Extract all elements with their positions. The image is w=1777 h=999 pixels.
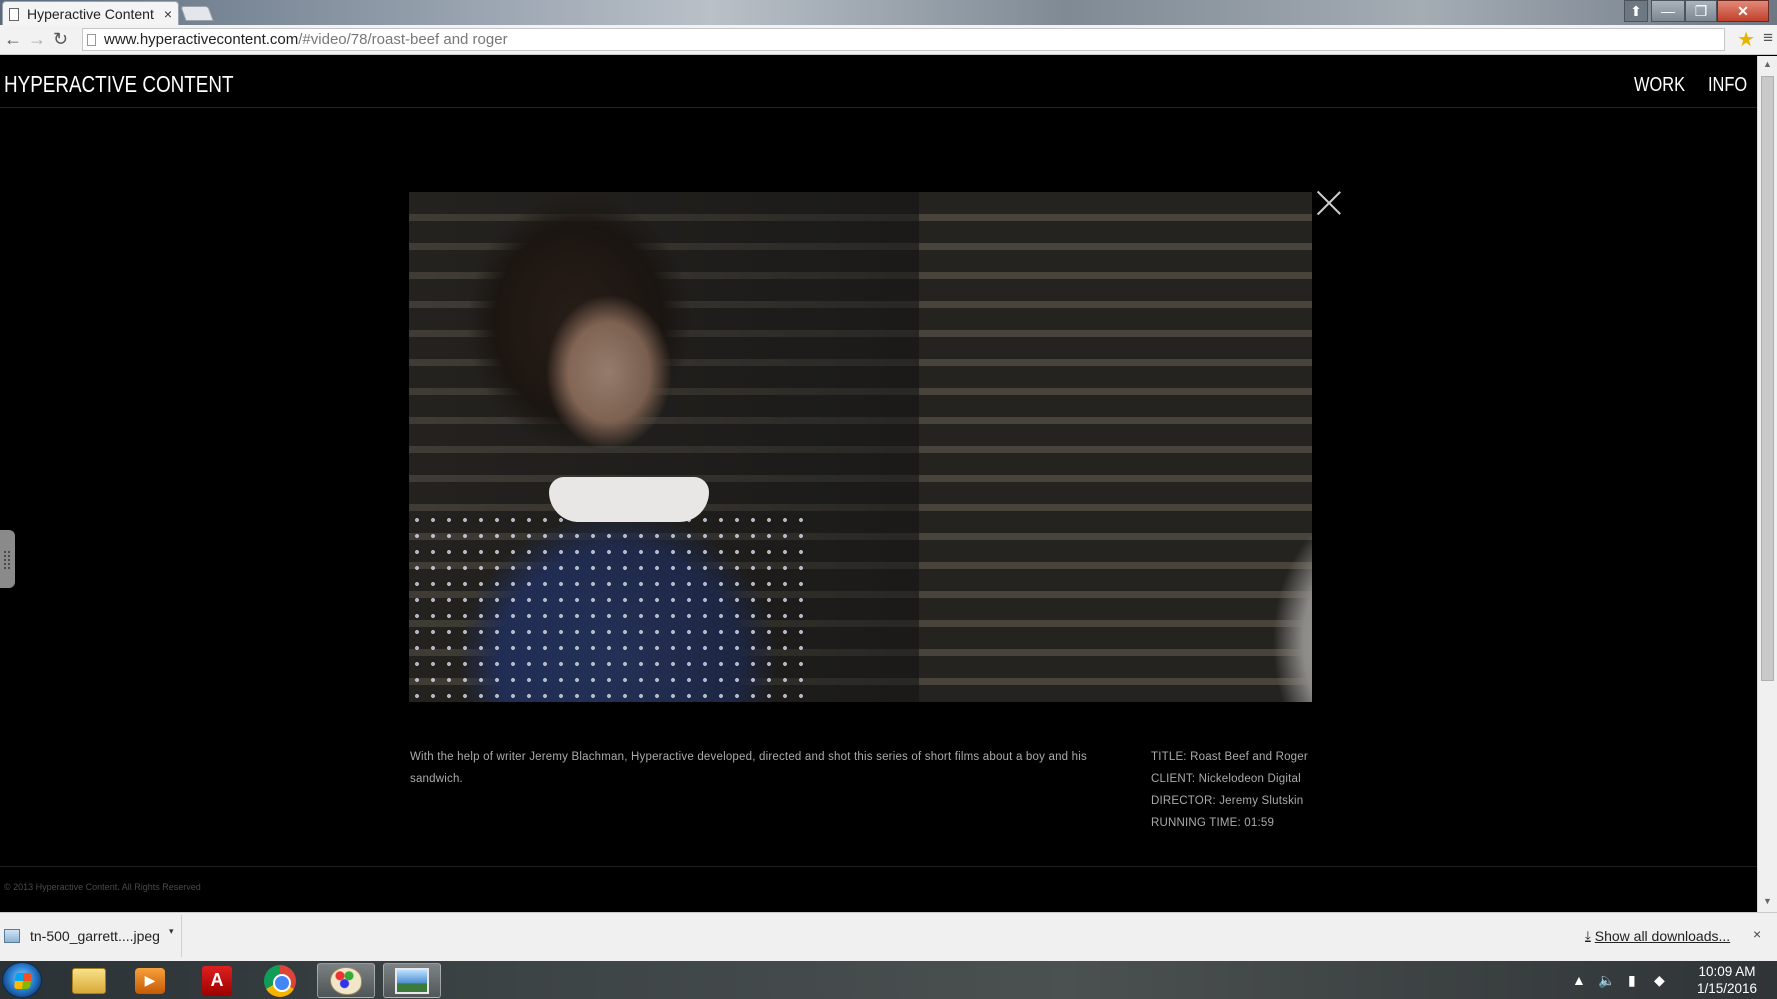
dropbox-icon[interactable]: ◆ [1654,961,1665,999]
browser-toolbar: ← → ↻ www.hyperactivecontent.com/#video/… [0,25,1777,55]
taskbar-paint[interactable] [317,963,375,998]
footer-copyright: © 2013 Hyperactive Content. All Rights R… [4,882,201,892]
downloads-bar: tn-500_garrett....jpeg ▾ ⤓ Show all down… [0,912,1777,961]
page-icon [87,33,96,46]
taskbar-clock[interactable]: 10:09 AM 1/15/2016 [1680,963,1774,997]
video-player[interactable] [409,192,1312,702]
video-frame-dress [409,512,809,702]
photo-viewer-icon [395,967,429,994]
page-icon [9,7,19,21]
window-close-button[interactable]: ✕ [1717,0,1769,22]
back-icon[interactable]: ← [4,29,22,50]
side-panel-handle[interactable] [0,530,15,588]
forward-icon[interactable]: → [28,29,46,50]
clock-time: 10:09 AM [1698,964,1756,979]
tab-title: Hyperactive Content [27,6,154,22]
taskbar-explorer[interactable] [60,963,118,998]
video-frame-collar [549,477,709,522]
site-logo[interactable]: HYPERACTIVE CONTENT [4,71,233,98]
scroll-down-icon[interactable]: ▼ [1763,896,1772,906]
start-button[interactable] [2,962,42,998]
windows-logo-icon [13,973,33,989]
web-page: HYPERACTIVE CONTENT WORK INFO With the h… [0,56,1757,912]
reload-icon[interactable]: ↻ [53,29,68,50]
url-path: /#video/78/roast-beef and roger [298,31,508,48]
network-icon[interactable]: ▮ [1628,961,1636,999]
meta-client: CLIENT: Nickelodeon Digital [1151,773,1301,785]
browser-tab[interactable]: Hyperactive Content × [2,1,179,26]
meta-running-time: RUNNING TIME: 01:59 [1151,817,1275,829]
acrobat-icon: A [202,965,232,996]
maximize-button[interactable]: ❐ [1685,0,1717,22]
close-downloads-bar-icon[interactable]: × [1753,926,1761,942]
show-all-downloads-link[interactable]: ⤓ Show all downloads... [1585,928,1730,944]
download-file-name: tn-500_garrett....jpeg [30,928,160,944]
taskbar-photo-viewer[interactable] [383,963,441,998]
close-video-icon[interactable] [1316,190,1342,216]
scrollbar-thumb[interactable] [1761,76,1774,681]
media-player-icon: ▶ [135,967,165,994]
show-all-downloads-label: Show all downloads... [1594,928,1731,944]
meta-title: TITLE: Roast Beef and Roger [1151,751,1308,763]
scroll-up-icon[interactable]: ▲ [1763,59,1772,69]
nav-info[interactable]: INFO [1708,74,1747,97]
meta-director: DIRECTOR: Jeremy Slutskin [1151,795,1304,807]
project-meta: TITLE: Roast Beef and Roger CLIENT: Nick… [1151,746,1308,834]
download-arrow-icon: ⤓ [1585,928,1591,943]
paint-icon [330,966,362,995]
download-options-caret-icon[interactable]: ▾ [169,926,181,937]
volume-icon[interactable]: 🔈 [1598,961,1615,999]
bookmark-star-icon[interactable]: ★ [1737,27,1755,52]
browser-titlebar: Hyperactive Content × ⬆ — ❐ ✕ [0,0,1777,26]
minimize-button[interactable]: — [1651,0,1685,22]
chrome-icon [264,964,296,997]
image-file-icon [4,929,20,943]
tray-expand-icon[interactable]: ▲ [1572,961,1586,999]
taskbar-acrobat[interactable]: A [188,963,246,998]
profile-button[interactable]: ⬆ [1624,0,1648,22]
clock-date: 1/15/2016 [1696,981,1758,996]
grip-icon [3,550,10,570]
page-scrollbar[interactable]: ▲ ▼ [1757,56,1777,912]
taskbar-media-player[interactable]: ▶ [121,963,179,998]
new-tab-button[interactable] [180,6,214,21]
header-divider [0,107,1757,108]
tab-close-icon[interactable]: × [164,6,172,22]
taskbar-chrome[interactable] [251,963,309,998]
project-description: With the help of writer Jeremy Blachman,… [410,751,1087,785]
download-item[interactable]: tn-500_garrett....jpeg ▾ [0,915,182,957]
nav-work[interactable]: WORK [1634,74,1685,97]
address-bar[interactable]: www.hyperactivecontent.com/#video/78/roa… [82,28,1725,51]
folder-icon [72,967,106,994]
url-host: www.hyperactivecontent.com [104,31,299,48]
browser-menu-icon[interactable]: ≡ [1763,28,1773,48]
windows-taskbar: ▶ A ▲ 🔈 ▮ ◆ 10:09 AM 1/15/2016 [0,961,1777,999]
footer-divider [0,866,1757,867]
